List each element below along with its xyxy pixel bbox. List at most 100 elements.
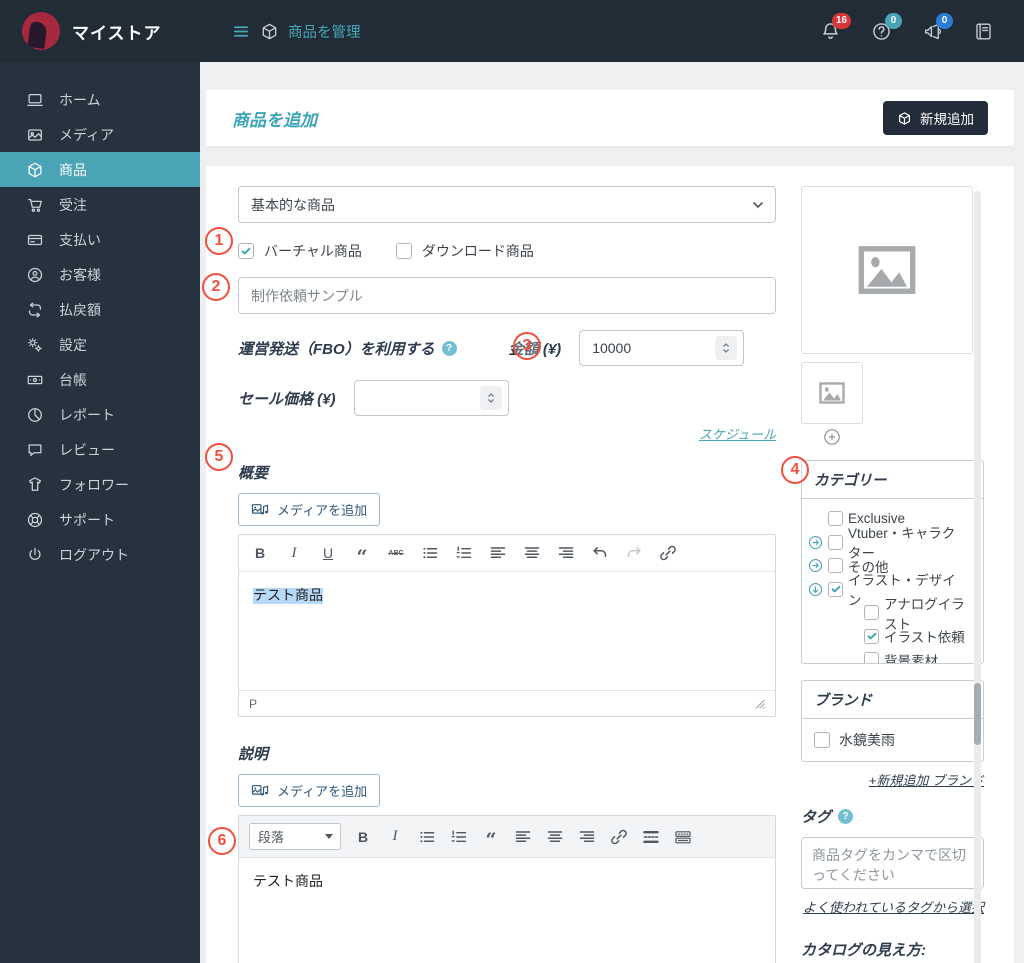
sidebar-item-label: お客様 xyxy=(59,266,101,283)
add-media-button[interactable]: メディアを追加 xyxy=(238,774,381,807)
expand-icon[interactable] xyxy=(808,511,823,526)
expand-icon[interactable] xyxy=(844,605,859,620)
italic-icon[interactable]: I xyxy=(386,828,404,846)
sidebar-item-reviews[interactable]: レビュー xyxy=(0,432,200,467)
sidebar-item-label: メディア xyxy=(59,126,115,143)
numbered-list-icon[interactable] xyxy=(455,544,473,562)
summary-editor: B I U “ ABC テスト商品 P xyxy=(238,534,776,717)
download-product-checkbox[interactable] xyxy=(395,243,412,259)
bell-icon[interactable]: 16 xyxy=(820,12,851,42)
expand-icon[interactable] xyxy=(808,558,823,573)
resize-grip-icon[interactable] xyxy=(755,699,765,709)
sidebar-item-settings[interactable]: 設定 xyxy=(0,327,200,362)
sidebar-item-orders[interactable]: 受注 xyxy=(0,187,200,222)
align-left-icon[interactable] xyxy=(514,828,532,846)
info-icon[interactable]: ? xyxy=(441,340,457,356)
expand-icon[interactable] xyxy=(844,629,859,644)
stepper-icon[interactable] xyxy=(479,386,502,410)
products-icon xyxy=(26,161,44,179)
annotation-circle-6: 6 xyxy=(208,827,236,855)
schedule-link[interactable]: スケジュール xyxy=(699,427,776,442)
bullet-list-icon[interactable] xyxy=(418,828,436,846)
blockquote-icon[interactable]: “ xyxy=(482,828,500,850)
category-checkbox[interactable] xyxy=(864,605,879,621)
numbered-list-icon[interactable] xyxy=(450,828,468,846)
sidebar-item-ledger[interactable]: 台帳 xyxy=(0,362,200,397)
sidebar-item-customers[interactable]: お客様 xyxy=(0,257,200,292)
link-icon[interactable] xyxy=(659,544,677,562)
brand-item: 水鏡美雨 xyxy=(802,719,983,761)
description-editor-content[interactable]: テスト商品 xyxy=(239,858,775,963)
expand-icon[interactable] xyxy=(844,652,859,663)
category-checkbox[interactable] xyxy=(828,558,843,574)
expand-icon[interactable] xyxy=(808,535,823,550)
strikethrough-icon[interactable]: ABC xyxy=(387,544,405,562)
category-checkbox[interactable] xyxy=(828,534,843,550)
redo-icon[interactable] xyxy=(625,544,643,562)
align-right-icon[interactable] xyxy=(557,544,575,562)
product-name-input[interactable] xyxy=(238,277,776,314)
paragraph-select[interactable]: 段落 xyxy=(249,823,341,850)
add-image-icon[interactable] xyxy=(823,428,841,446)
category-checkbox[interactable] xyxy=(828,511,843,527)
sidebar-item-label: レポート xyxy=(59,406,115,423)
scrollbar-thumb[interactable] xyxy=(974,683,981,745)
blockquote-icon[interactable]: “ xyxy=(353,544,371,566)
sidebar-item-home[interactable]: ホーム xyxy=(0,82,200,117)
category-checkbox[interactable] xyxy=(828,581,843,597)
tags-input[interactable] xyxy=(801,837,984,889)
popular-tags-link[interactable]: よく使われているタグから選択 xyxy=(803,900,984,915)
link-icon[interactable] xyxy=(610,828,628,846)
sidebar-item-followers[interactable]: フォロワー xyxy=(0,467,200,502)
sidebar-item-logout[interactable]: ログアウト xyxy=(0,537,200,572)
gallery-image-box[interactable] xyxy=(801,362,863,424)
underline-icon[interactable]: U xyxy=(319,544,337,562)
bullet-list-icon[interactable] xyxy=(421,544,439,562)
summary-editor-content[interactable]: テスト商品 xyxy=(239,572,775,690)
add-media-button[interactable]: メディアを追加 xyxy=(238,493,381,526)
category-checkbox[interactable] xyxy=(864,628,879,644)
sidebar-item-reports[interactable]: レポート xyxy=(0,397,200,432)
brand-checkbox[interactable] xyxy=(814,732,830,748)
store-brand[interactable]: マイストア xyxy=(0,12,200,50)
sidebar-item-refunds[interactable]: 払戻額 xyxy=(0,292,200,327)
image-placeholder-icon xyxy=(819,382,845,404)
announcements-icon[interactable]: 0 xyxy=(922,12,953,42)
add-new-button[interactable]: 新規追加 xyxy=(883,101,988,135)
bold-icon[interactable]: B xyxy=(251,544,269,562)
info-icon[interactable]: ? xyxy=(838,809,854,824)
badge: 16 xyxy=(831,12,851,29)
align-center-icon[interactable] xyxy=(546,828,564,846)
category-checkbox[interactable] xyxy=(864,652,879,663)
italic-icon[interactable]: I xyxy=(285,544,303,562)
product-form-card: 基本的な商品 バーチャル商品 ダウンロード商品 運営発送（FBO）を利用する ?… xyxy=(206,166,1014,963)
help-icon[interactable]: 0 xyxy=(871,12,902,42)
keyboard-icon[interactable] xyxy=(674,828,692,846)
product-type-select[interactable]: 基本的な商品 xyxy=(238,186,776,223)
app-root: マイストア 商品を管理 16 0 0 ホーム メディア 商品 受注 支払い お客… xyxy=(0,0,1024,963)
stepper-icon[interactable] xyxy=(715,336,738,360)
bold-icon[interactable]: B xyxy=(354,828,372,846)
align-left-icon[interactable] xyxy=(489,544,507,562)
virtual-product-label: バーチャル商品 xyxy=(264,243,362,259)
settings-icon xyxy=(26,336,44,354)
virtual-product-checkbox[interactable] xyxy=(238,243,254,259)
sidebar-item-media[interactable]: メディア xyxy=(0,117,200,152)
sidebar-item-label: サポート xyxy=(59,511,115,528)
align-right-icon[interactable] xyxy=(578,828,596,846)
sidebar-item-payments[interactable]: 支払い xyxy=(0,222,200,257)
align-center-icon[interactable] xyxy=(523,544,541,562)
categories-list: Exclusive Vtuber・キャラクター その他 イラスト・デザイン アナ… xyxy=(802,499,983,663)
sidebar-item-label: 設定 xyxy=(59,336,87,353)
breadcrumb-label[interactable]: 商品を管理 xyxy=(288,21,361,42)
docs-icon[interactable] xyxy=(973,21,994,42)
undo-icon[interactable] xyxy=(591,544,609,562)
sidebar-item-products[interactable]: 商品 xyxy=(0,152,200,187)
sidebar-item-support[interactable]: サポート xyxy=(0,502,200,537)
add-brand-link[interactable]: +新規追加 ブランド xyxy=(869,773,984,788)
more-tag-icon[interactable] xyxy=(642,828,660,846)
form-right-column: カテゴリー Exclusive Vtuber・キャラクター その他 イラスト・デ… xyxy=(801,186,984,963)
featured-image-box[interactable] xyxy=(801,186,973,354)
hamburger-icon[interactable] xyxy=(232,22,251,41)
expand-icon[interactable] xyxy=(808,582,823,597)
